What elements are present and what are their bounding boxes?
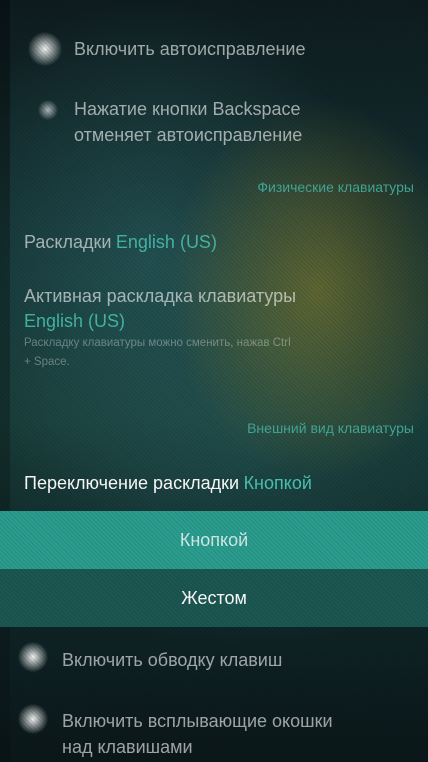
settings-screen: Включить автоисправление Нажатие кнопки … xyxy=(0,0,428,762)
active-layout-hint-line2: + Space. xyxy=(24,356,70,368)
key-popups-toggle-icon[interactable] xyxy=(18,704,48,734)
layouts-row[interactable]: Раскладки English (US) xyxy=(24,229,217,255)
section-title-appearance: Внешний вид клавиатуры xyxy=(247,420,414,436)
switch-layout-value: Кнопкой xyxy=(243,473,312,493)
switch-layout-label: Переключение раскладки xyxy=(24,473,240,493)
autocorrect-toggle-icon[interactable] xyxy=(28,32,62,66)
layouts-value: English (US) xyxy=(115,232,217,252)
key-popups-label-line2: над клавишами xyxy=(62,737,193,757)
key-outline-label: Включить обводку клавиш xyxy=(62,650,283,670)
key-outline-toggle-icon[interactable] xyxy=(18,642,48,672)
backspace-undo-label-line1: Нажатие кнопки Backspace xyxy=(74,99,301,119)
active-layout-label: Активная раскладка клавиатуры xyxy=(24,286,297,306)
switch-layout-option-button[interactable]: Кнопкой xyxy=(0,511,428,569)
switch-layout-option-gesture[interactable]: Жестом xyxy=(0,569,428,627)
autocorrect-label: Включить автоисправление xyxy=(74,39,306,59)
layouts-label: Раскладки xyxy=(24,232,112,252)
active-layout-hint-line1: Раскладку клавиатуры можно сменить, нажа… xyxy=(24,337,291,349)
backspace-undo-toggle-icon[interactable] xyxy=(38,100,58,120)
switch-layout-row[interactable]: Переключение раскладки Кнопкой xyxy=(24,470,312,496)
key-popups-label-line1: Включить всплывающие окошки xyxy=(62,711,333,731)
backspace-undo-label-line2: отменяет автоисправление xyxy=(74,125,303,145)
section-title-physical-keyboards: Физические клавиатуры xyxy=(257,179,414,195)
active-layout-value: English (US) xyxy=(24,311,126,331)
left-edge-shadow xyxy=(0,0,10,762)
